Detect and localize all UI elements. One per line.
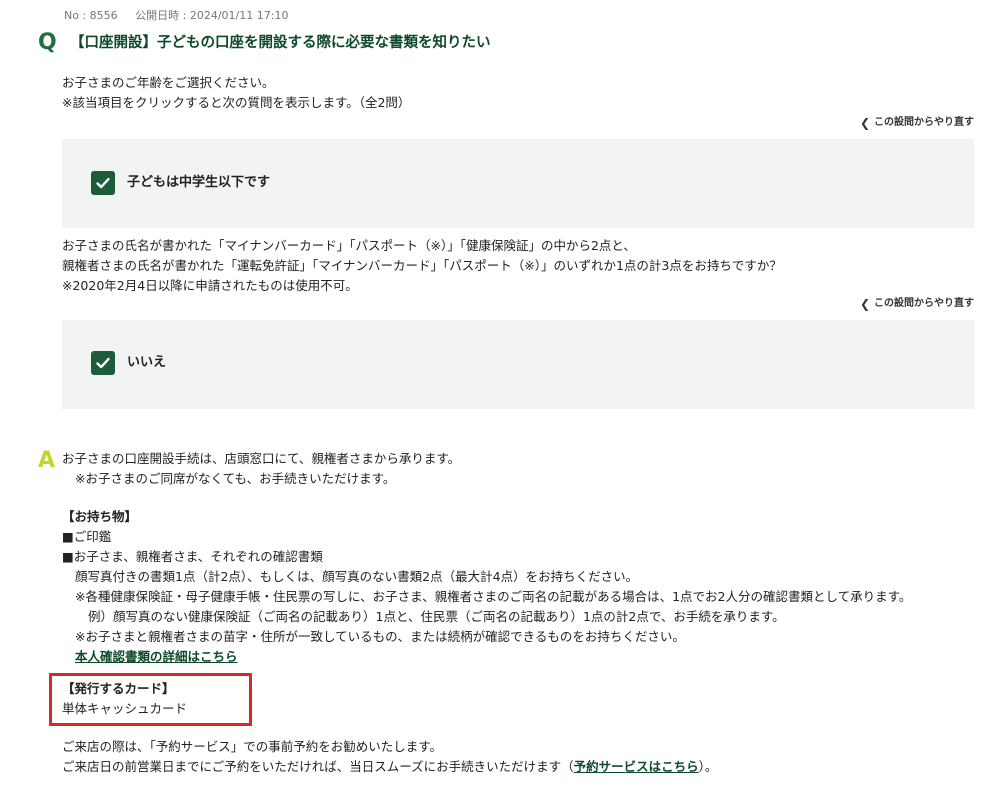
visit-line: ご来店日の前営業日までにご予約をいただければ、当日スムーズにお手続きいただけます… — [62, 757, 717, 777]
step2-selected-answer[interactable]: いいえ — [62, 320, 974, 409]
item-id-docs-detail: 顔写真付きの書類1点（計2点）、もしくは、顔写真のない書類2点（最大計4点）をお… — [75, 569, 639, 584]
item-seal: ■ご印鑑 — [62, 529, 112, 544]
item-id-docs-detail: ※お子さまと親権者さまの苗字・住所が一致しているもの、または続柄が確認できるもの… — [75, 629, 685, 644]
card-section: 【発行するカード】 単体キャッシュカード — [62, 679, 187, 719]
question-mark-icon: Q — [38, 30, 57, 55]
reservation-service-link[interactable]: 予約サービスはこちら — [574, 759, 699, 774]
check-icon[interactable] — [91, 171, 115, 195]
step2-prompt-line: ※2020年2月4日以降に申請されたものは使用不可。 — [62, 278, 358, 293]
step1-redo-link[interactable]: ❮ この設問からやり直す — [860, 116, 974, 130]
item-id-docs: ■お子さま、親権者さま、それぞれの確認書類 — [62, 549, 323, 564]
step2-answer-label: いいえ — [127, 355, 167, 370]
answer-intro: お子さまの口座開設手続は、店頭窓口にて、親権者さまから承ります。 ※お子さまのご… — [62, 449, 460, 489]
step1-selected-answer[interactable]: 子どもは中学生以下です — [62, 139, 974, 228]
faq-number: No : 8556 — [64, 9, 118, 22]
question-title: 【口座開設】子どもの口座を開設する際に必要な書類を知りたい — [70, 35, 491, 51]
faq-meta: No : 8556 公開日時 : 2024/01/11 17:10 — [64, 8, 288, 24]
chevron-left-icon: ❮ — [859, 116, 870, 130]
visit-line-text: ご来店日の前営業日までにご予約をいただければ、当日スムーズにお手続きいただけます… — [62, 759, 574, 774]
answer-mark-icon: A — [38, 448, 56, 473]
visit-line-text: ）。 — [698, 759, 718, 774]
redo-label: この設問からやり直す — [874, 298, 974, 309]
answer-intro-line: ※お子さまのご同席がなくても、お手続きいただけます。 — [75, 471, 396, 486]
card-value: 単体キャッシュカード — [62, 701, 188, 716]
answer-intro-line: お子さまの口座開設手続は、店頭窓口にて、親権者さまから承ります。 — [62, 451, 461, 466]
step2-prompt: お子さまの氏名が書かれた「マイナンバーカード」「パスポート（※）」「健康保険証」… — [62, 236, 782, 296]
chevron-left-icon: ❮ — [859, 297, 870, 311]
step2-redo-link[interactable]: ❮ この設問からやり直す — [860, 297, 974, 311]
visit-line: ご来店の際は、「予約サービス」での事前予約をお勧めいたします。 — [62, 739, 443, 754]
step2-prompt-line: 親権者さまの氏名が書かれた「運転免許証」「マイナンバーカード」「パスポート（※）… — [62, 258, 782, 273]
items-section: 【お持ち物】 ■ご印鑑 ■お子さま、親権者さま、それぞれの確認書類 顔写真付きの… — [62, 507, 911, 667]
question-heading: Q 【口座開設】子どもの口座を開設する際に必要な書類を知りたい — [38, 30, 491, 56]
item-id-docs-detail: 例）顔写真のない健康保険証（ご両名の記載あり）1点と、住民票（ご両名の記載あり）… — [88, 609, 785, 624]
item-id-docs-detail: ※各種健康保険証・母子健康手帳・住民票の写しに、お子さま、親権者さまのご両名の記… — [75, 589, 912, 604]
step1-answer-row[interactable]: 子どもは中学生以下です — [91, 171, 270, 195]
items-heading: 【お持ち物】 — [62, 509, 138, 524]
step2-prompt-line: お子さまの氏名が書かれた「マイナンバーカード」「パスポート（※）」「健康保険証」… — [62, 238, 636, 253]
step1-answer-label: 子どもは中学生以下です — [127, 175, 271, 190]
step2-answer-row[interactable]: いいえ — [91, 351, 166, 375]
step1-prompt-line: ※該当項目をクリックすると次の質問を表示します。（全2問） — [62, 95, 411, 110]
card-heading: 【発行するカード】 — [62, 681, 175, 696]
id-docs-detail-link[interactable]: 本人確認書類の詳細はこちら — [75, 649, 238, 664]
step1-prompt: お子さまのご年齢をご選択ください。 ※該当項目をクリックすると次の質問を表示しま… — [62, 73, 410, 113]
step1-prompt-line: お子さまのご年齢をご選択ください。 — [62, 75, 275, 90]
visit-section: ご来店の際は、「予約サービス」での事前予約をお勧めいたします。 ご来店日の前営業… — [62, 737, 717, 777]
check-icon[interactable] — [91, 351, 115, 375]
redo-label: この設問からやり直す — [874, 117, 974, 128]
faq-published-date: 公開日時 : 2024/01/11 17:10 — [135, 9, 289, 22]
